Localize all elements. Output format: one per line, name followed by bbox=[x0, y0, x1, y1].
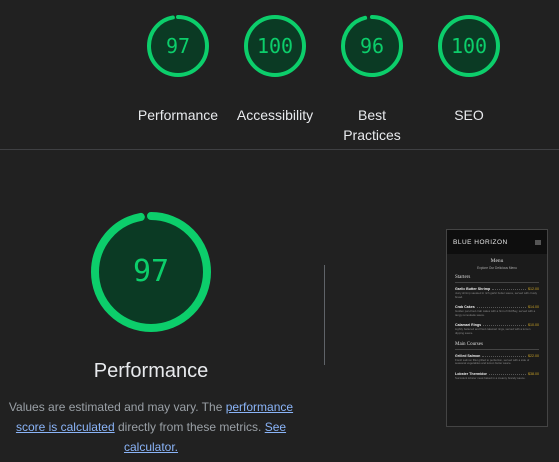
gauge-score: 97 bbox=[165, 34, 191, 58]
item-price: $38.00 bbox=[528, 371, 539, 376]
item-description: Golden pan-fried crab cakes with a hint … bbox=[455, 309, 536, 317]
gauge-accessibility[interactable]: 100 Accessibility bbox=[237, 14, 313, 123]
item-name: Grilled Salmon bbox=[455, 353, 481, 358]
gauge-score: 100 bbox=[450, 34, 488, 58]
gauge-label: Performance bbox=[137, 107, 219, 123]
menu-item: Garlic Butter Shrimp $12.00 Juicy shrimp … bbox=[455, 287, 539, 299]
dot-leader bbox=[488, 373, 526, 375]
section-rule bbox=[455, 282, 539, 283]
brand-name: BLUE HORIZON bbox=[453, 238, 508, 246]
dot-leader bbox=[482, 355, 526, 357]
hamburger-icon bbox=[535, 239, 541, 245]
menu-item: Calamari Rings $10.00 Lightly battered an… bbox=[455, 323, 539, 335]
gauge-score: 100 bbox=[256, 34, 294, 58]
menu-item: Lobster Thermidor $38.00 Succulent lobste… bbox=[455, 372, 539, 381]
gauge-score: 96 bbox=[359, 34, 385, 58]
note-text: Values are estimated and may vary. The bbox=[8, 400, 226, 414]
menu-item: Crab Cakes $14.00 Golden pan-fried crab c… bbox=[455, 305, 539, 317]
section-title: Main Courses bbox=[455, 341, 483, 347]
gauge-seo[interactable]: 100 SEO bbox=[437, 14, 501, 123]
menu-title: Menu bbox=[490, 258, 504, 264]
thumbnail-navbar: BLUE HORIZON bbox=[447, 230, 547, 254]
performance-title: Performance bbox=[93, 360, 209, 382]
item-description: Juicy shrimp sautéed in rich garlic butt… bbox=[455, 291, 538, 299]
gauge-best-practices[interactable]: 96 Best Practices bbox=[340, 14, 404, 143]
gauge-label: SEO bbox=[454, 107, 484, 123]
item-description: Succulent lobster meat baked in a creamy… bbox=[455, 375, 526, 380]
dot-leader bbox=[483, 325, 526, 327]
item-description: Lightly battered and fried calamari ring… bbox=[455, 327, 531, 335]
performance-gauge-large: 97 bbox=[89, 210, 213, 334]
menu-subtitle: Explore Our Delicious Menu bbox=[477, 266, 517, 270]
final-screenshot-thumbnail[interactable]: BLUE HORIZON Menu Explore Our Delicious … bbox=[446, 229, 548, 427]
item-price: $22.00 bbox=[528, 353, 539, 358]
dot-leader bbox=[492, 289, 526, 290]
metrics-note: Values are estimated and may vary. The p… bbox=[0, 397, 302, 457]
lighthouse-report: 97 Performance 100 Accessibility 96 Best… bbox=[0, 0, 559, 462]
section-rule bbox=[455, 348, 539, 350]
section-divider bbox=[0, 149, 559, 150]
item-description: Fresh salmon fillet grilled to perfectio… bbox=[455, 357, 530, 366]
performance-score: 97 bbox=[132, 254, 170, 289]
dot-leader bbox=[476, 307, 526, 309]
gauge-label: Accessibility bbox=[236, 107, 314, 123]
vertical-divider bbox=[324, 265, 325, 365]
gauge-label: Best Practices bbox=[343, 107, 401, 143]
note-text: directly from these metrics. bbox=[114, 420, 265, 434]
section-title: Starters bbox=[455, 275, 471, 280]
menu-item: Grilled Salmon $22.00 Fresh salmon fillet… bbox=[455, 354, 539, 366]
gauge-performance[interactable]: 97 Performance bbox=[138, 14, 218, 123]
